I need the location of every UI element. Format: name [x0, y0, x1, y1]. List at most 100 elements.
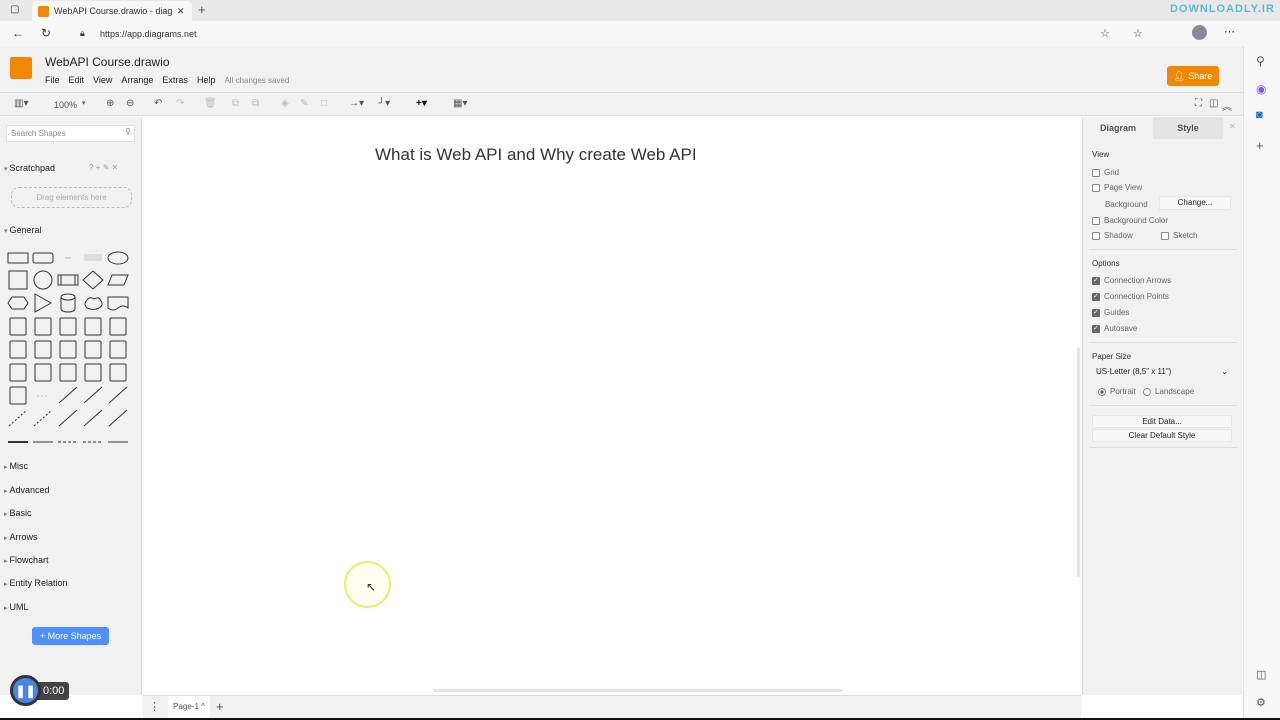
format-panel-icon[interactable]: ◫: [1209, 98, 1218, 109]
grid-checkbox[interactable]: Grid: [1092, 168, 1119, 177]
autosave-checkbox[interactable]: Autosave: [1092, 324, 1137, 333]
shape-internal-storage-icon[interactable]: [6, 315, 30, 338]
shape-textbox-icon[interactable]: [81, 246, 105, 269]
menu-file[interactable]: File: [45, 75, 60, 85]
section-arrows[interactable]: Arrows: [4, 532, 37, 542]
shape-step-icon[interactable]: [56, 315, 80, 338]
shape-dir-line-icon[interactable]: [106, 407, 130, 430]
connection-points-checkbox[interactable]: Connection Points: [1092, 292, 1169, 301]
shape-dashes-icon[interactable]: [31, 384, 55, 407]
sidebar-toggle-icon[interactable]: ◫: [1256, 668, 1266, 681]
shape-cloud-icon[interactable]: [81, 292, 105, 315]
zoom-dropdown-icon[interactable]: ▾: [82, 99, 86, 107]
shape-cylinder-icon[interactable]: [56, 292, 80, 315]
scratchpad-actions[interactable]: ? + ✎ ✕: [89, 163, 118, 172]
reload-icon[interactable]: ↻: [41, 26, 51, 40]
search-shapes-input[interactable]: Search Shapes ⚲: [6, 125, 135, 142]
outlook-icon[interactable]: ◙: [1256, 109, 1263, 121]
close-panel-icon[interactable]: ✕: [1229, 122, 1236, 131]
shape-circle-icon[interactable]: [31, 269, 55, 292]
section-scratchpad[interactable]: Scratchpad: [4, 163, 55, 173]
section-uml[interactable]: UML: [4, 602, 28, 612]
shape-text-icon[interactable]: [56, 246, 80, 269]
connection-icon[interactable]: →▾: [349, 98, 364, 109]
change-background-button[interactable]: Change...: [1159, 196, 1231, 210]
pages-menu-icon[interactable]: ⋮: [149, 700, 160, 713]
collapse-icon[interactable]: ︽: [1222, 98, 1232, 113]
sketch-checkbox[interactable]: Sketch: [1161, 231, 1197, 240]
shape-arrow-icon[interactable]: [106, 384, 130, 407]
browser-tab[interactable]: WebAPI Course.drawio - diagram ✕: [32, 1, 192, 21]
shape-line-dashed-icon[interactable]: [6, 407, 30, 430]
connection-arrows-checkbox[interactable]: Connection Arrows: [1092, 276, 1171, 285]
settings-icon[interactable]: ⚙: [1256, 696, 1266, 709]
to-front-icon[interactable]: ⧉: [232, 98, 239, 109]
diagram-text-heading[interactable]: What is Web API and Why create Web API: [375, 145, 697, 165]
portrait-radio[interactable]: Portrait: [1098, 387, 1136, 396]
shape-bi-line-icon[interactable]: [81, 407, 105, 430]
close-tab-icon[interactable]: ✕: [177, 6, 185, 17]
section-entity-relation[interactable]: Entity Relation: [4, 578, 67, 588]
edit-data-button[interactable]: Edit Data...: [1092, 415, 1232, 428]
favorites-icon[interactable]: ☆: [1100, 27, 1110, 40]
shape-card-icon[interactable]: [31, 338, 55, 361]
shape-link-dashed-icon[interactable]: [56, 430, 80, 453]
shape-link-thick-icon[interactable]: [6, 430, 30, 453]
vertical-scrollbar[interactable]: [1077, 347, 1080, 577]
shape-bi-arrow-icon[interactable]: [81, 384, 105, 407]
table-icon[interactable]: ▦▾: [453, 98, 467, 109]
clear-default-style-button[interactable]: Clear Default Style: [1092, 429, 1232, 442]
section-flowchart[interactable]: Flowchart: [4, 555, 48, 565]
section-general[interactable]: General: [4, 225, 41, 235]
menu-view[interactable]: View: [93, 75, 112, 85]
url-field[interactable]: https://app.diagrams.net: [100, 29, 197, 39]
shape-square-icon[interactable]: [6, 269, 30, 292]
menu-help[interactable]: Help: [197, 75, 216, 85]
profile-avatar[interactable]: [1192, 25, 1207, 40]
redo-icon[interactable]: ↷: [176, 98, 184, 109]
insert-icon[interactable]: +▾: [416, 98, 427, 109]
waypoints-icon[interactable]: ┘▾: [378, 98, 390, 109]
shape-ellipse-icon[interactable]: [106, 246, 130, 269]
tab-style[interactable]: Style: [1153, 117, 1223, 139]
shadow-icon[interactable]: □: [321, 98, 327, 109]
shape-actor-icon[interactable]: [81, 338, 105, 361]
add-icon[interactable]: +: [1256, 138, 1264, 153]
shape-or-icon[interactable]: [106, 338, 130, 361]
office-icon[interactable]: ◉: [1256, 82, 1266, 96]
menu-extras[interactable]: Extras: [162, 75, 188, 85]
zoom-out-icon[interactable]: ⊖: [126, 98, 134, 109]
delete-icon[interactable]: 🗑︎: [204, 98, 217, 109]
shape-callout-icon[interactable]: [56, 338, 80, 361]
shape-link-bar-icon[interactable]: [106, 430, 130, 453]
guides-checkbox[interactable]: Guides: [1092, 308, 1129, 317]
add-page-icon[interactable]: +: [216, 699, 224, 714]
shape-hexagon-icon[interactable]: [6, 292, 30, 315]
tab-diagram[interactable]: Diagram: [1083, 117, 1153, 139]
shape-link-arrow-icon[interactable]: [31, 430, 55, 453]
to-back-icon[interactable]: ⧉: [252, 98, 259, 109]
section-misc[interactable]: Misc: [4, 461, 28, 471]
scratchpad-drop-zone[interactable]: Drag elements here: [11, 187, 132, 208]
shape-tape-icon[interactable]: [106, 315, 130, 338]
shape-trapezoid-icon[interactable]: [81, 315, 105, 338]
section-basic[interactable]: Basic: [4, 508, 31, 518]
menu-edit[interactable]: Edit: [69, 75, 85, 85]
shape-diamond-icon[interactable]: [81, 269, 105, 292]
favorites-list-icon[interactable]: ☆: [1133, 27, 1143, 40]
shape-link-dotted-icon[interactable]: [81, 430, 105, 453]
search-icon[interactable]: ⚲: [125, 127, 131, 136]
shape-note-icon[interactable]: [6, 338, 30, 361]
shape-square2-icon[interactable]: [56, 361, 80, 384]
panel-layout-icon[interactable]: ▥▾: [14, 98, 28, 109]
background-color-checkbox[interactable]: Background Color: [1092, 216, 1168, 225]
line-color-icon[interactable]: ✎: [300, 98, 308, 109]
landscape-radio[interactable]: Landscape: [1143, 387, 1194, 396]
shape-container2-icon[interactable]: [106, 361, 130, 384]
new-tab-icon[interactable]: +: [198, 2, 206, 17]
shape-and-icon[interactable]: [6, 361, 30, 384]
page-view-checkbox[interactable]: Page View: [1092, 183, 1142, 192]
shape-rect-icon[interactable]: [6, 246, 30, 269]
more-shapes-button[interactable]: + More Shapes: [32, 627, 109, 645]
back-icon[interactable]: ←: [12, 26, 24, 40]
